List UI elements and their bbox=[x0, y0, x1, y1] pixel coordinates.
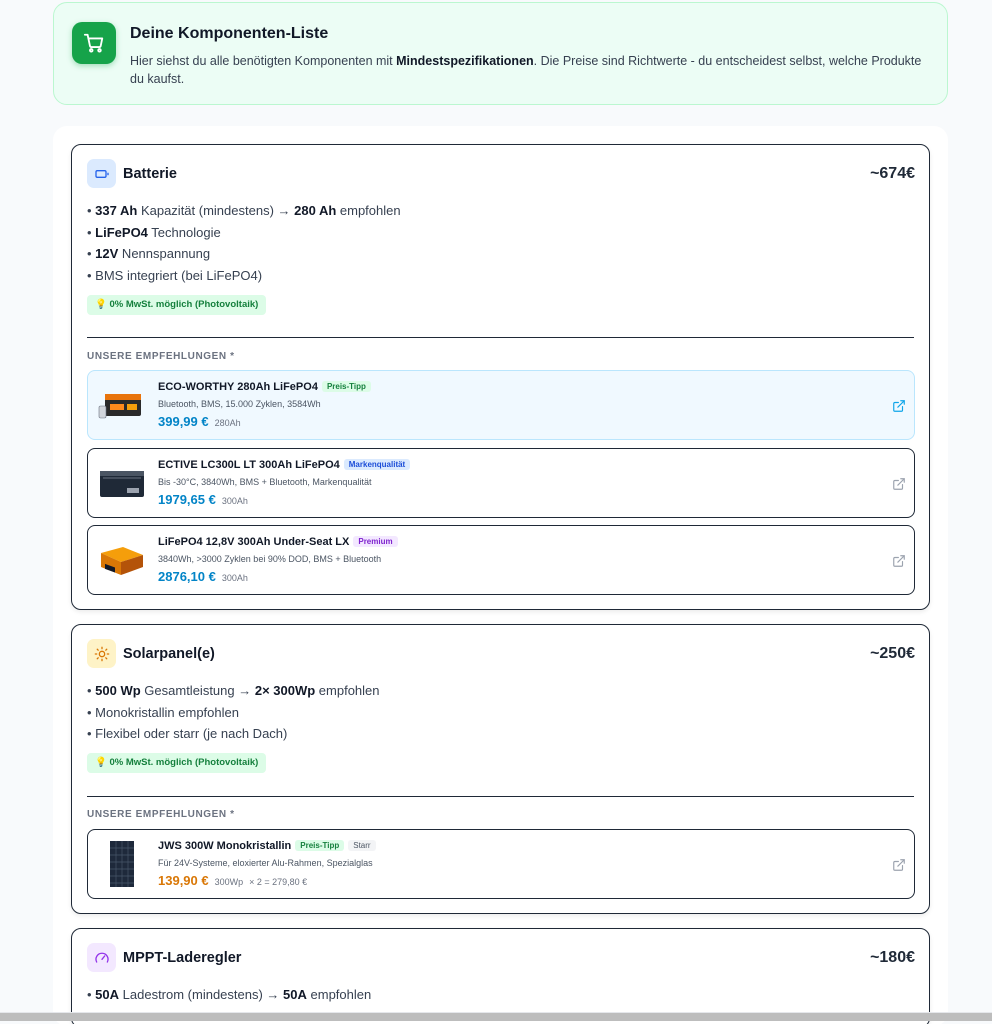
spec-item: • 500 Wp Gesamtleistung → 2× 300Wp empfo… bbox=[87, 683, 380, 698]
component-card-solar: Solarpanel(e) ~250€ • 500 Wp Gesamtleist… bbox=[71, 624, 930, 914]
spec-list: • 500 Wp Gesamtleistung → 2× 300Wp empfo… bbox=[87, 680, 380, 745]
price-tip-badge: Preis-Tipp bbox=[321, 381, 371, 392]
sun-icon bbox=[87, 639, 116, 668]
product-item[interactable]: ECTIVE LC300L LT 300Ah LiFePO4 Markenqual… bbox=[87, 448, 915, 518]
product-name: LiFePO4 12,8V 300Ah Under-Seat LX Premium bbox=[158, 536, 398, 548]
component-title: Solarpanel(e) bbox=[123, 646, 215, 662]
product-name: ECO-WORTHY 280Ah LiFePO4 Preis-Tipp bbox=[158, 381, 371, 393]
divider bbox=[87, 796, 914, 797]
component-card-battery: Batterie ~674€ • 337 Ah Kapazität (minde… bbox=[71, 144, 930, 610]
intro-description: Hier siehst du alle benötigten Komponent… bbox=[130, 54, 922, 86]
external-link-icon[interactable] bbox=[892, 399, 906, 413]
component-title: Batterie bbox=[123, 166, 177, 182]
spec-item: • LiFePO4 Technologie bbox=[87, 224, 221, 240]
product-price: 1979,65 €300Ah bbox=[158, 492, 248, 507]
external-link-icon[interactable] bbox=[892, 858, 906, 872]
page-title: Deine Komponenten-Liste bbox=[130, 25, 329, 42]
divider bbox=[87, 337, 914, 338]
price-tip-badge: Preis-Tipp bbox=[295, 840, 345, 851]
product-price: 139,90 €300Wp × 2 = 279,80 € bbox=[158, 873, 308, 888]
product-item[interactable]: JWS 300W Monokristallin Preis-Tipp Starr F… bbox=[87, 829, 915, 899]
product-description: 3840Wh, >3000 Zyklen bei 90% DOD, BMS + … bbox=[158, 554, 382, 564]
component-title: MPPT-Laderegler bbox=[123, 950, 242, 966]
product-image bbox=[97, 458, 147, 508]
product-name: JWS 300W Monokristallin Preis-Tipp Starr bbox=[158, 840, 376, 852]
product-description: Bluetooth, BMS, 15.000 Zyklen, 3584Wh bbox=[158, 399, 321, 409]
external-link-icon[interactable] bbox=[892, 554, 906, 568]
info-banner: Deine Komponenten-Liste Hier siehst du a… bbox=[53, 2, 948, 105]
product-price: 2876,10 €300Ah bbox=[158, 569, 248, 584]
recommendations-label: UNSERE EMPFEHLUNGEN * bbox=[87, 351, 235, 362]
battery-icon bbox=[87, 159, 116, 188]
spec-item: • Monokristallin empfohlen bbox=[87, 704, 239, 720]
brand-quality-badge: Markenqualität bbox=[343, 459, 411, 470]
component-card-mppt: MPPT-Laderegler ~180€ • 50A Ladestrom (m… bbox=[71, 928, 930, 1024]
product-name: ECTIVE LC300L LT 300Ah LiFePO4 Markenqual… bbox=[158, 459, 411, 471]
tax-note-badge: 💡 0% MwSt. möglich (Photovoltaik) bbox=[87, 295, 267, 315]
shopping-cart-icon bbox=[72, 22, 116, 64]
premium-badge: Premium bbox=[353, 536, 398, 547]
spec-list: • 50A Ladestrom (mindestens) → 50A empfo… bbox=[87, 984, 371, 1006]
external-link-icon[interactable] bbox=[892, 477, 906, 491]
spec-item: • Flexibel oder starr (je nach Dach) bbox=[87, 726, 288, 742]
spec-item: • 12V Nennspannung bbox=[87, 246, 211, 262]
product-item[interactable]: ECO-WORTHY 280Ah LiFePO4 Preis-Tipp Bluet… bbox=[87, 370, 915, 440]
product-image bbox=[97, 535, 147, 585]
horizontal-scrollbar[interactable] bbox=[0, 1012, 992, 1021]
product-price: 399,99 €280Ah bbox=[158, 414, 241, 429]
component-price: ~250€ bbox=[870, 645, 915, 662]
product-description: Für 24V-Systeme, eloxierter Alu-Rahmen, … bbox=[158, 858, 373, 868]
spec-list: • 337 Ah Kapazität (mindestens) → 280 Ah… bbox=[87, 200, 401, 287]
product-image bbox=[97, 839, 147, 889]
type-badge: Starr bbox=[348, 840, 376, 851]
component-price: ~180€ bbox=[870, 949, 915, 966]
recommendations-label: UNSERE EMPFEHLUNGEN * bbox=[87, 809, 235, 820]
component-price: ~674€ bbox=[870, 165, 915, 182]
spec-item: • 50A Ladestrom (mindestens) → 50A empfo… bbox=[87, 987, 372, 1002]
spec-item: • 337 Ah Kapazität (mindestens) → 280 Ah… bbox=[87, 203, 401, 218]
product-description: Bis -30°C, 3840Wh, BMS + Bluetooth, Mark… bbox=[158, 477, 372, 487]
spec-item: • BMS integriert (bei LiFePO4) bbox=[87, 268, 263, 284]
gauge-icon bbox=[87, 943, 116, 972]
product-image bbox=[97, 380, 147, 430]
product-item[interactable]: LiFePO4 12,8V 300Ah Under-Seat LX Premium… bbox=[87, 525, 915, 595]
tax-note-badge: 💡 0% MwSt. möglich (Photovoltaik) bbox=[87, 753, 267, 773]
